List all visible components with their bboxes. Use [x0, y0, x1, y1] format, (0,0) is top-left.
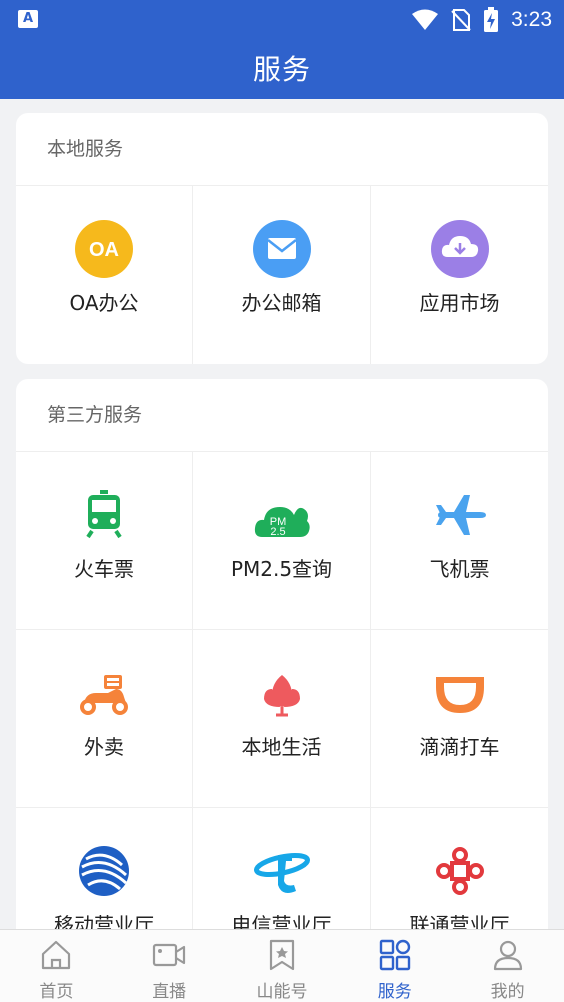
oa-icon: OA	[75, 220, 133, 278]
bottom-tab-bar: 首页 直播 山能号 服务 我的	[0, 929, 564, 1002]
service-app-market[interactable]: 应用市场	[371, 186, 548, 364]
grid-icon	[379, 939, 410, 971]
train-icon	[86, 490, 122, 539]
page-title: 服务	[252, 53, 311, 86]
service-mail[interactable]: 办公邮箱	[193, 186, 371, 364]
tab-mine[interactable]: 我的	[451, 930, 564, 1002]
pm25-cloud-icon: PM 2.5	[254, 507, 310, 538]
service-label: PM2.5查询	[230, 557, 333, 581]
service-label: 联通营业厅	[409, 913, 510, 929]
tab-label: 山能号	[256, 982, 308, 1002]
no-sim-icon	[451, 9, 471, 31]
airplane-icon	[435, 495, 486, 535]
status-bar: A 3:23	[0, 0, 564, 40]
service-flight-ticket[interactable]: 飞机票	[371, 452, 548, 630]
service-china-telecom[interactable]: 电信营业厅	[193, 808, 371, 929]
service-label: 火车票	[74, 557, 134, 581]
service-label: 外卖	[84, 735, 124, 759]
service-pm25[interactable]: PM 2.5 PM2.5查询	[193, 452, 371, 630]
service-oa[interactable]: OA OA办公	[16, 186, 193, 364]
tab-label: 首页	[39, 982, 74, 1002]
service-local-life[interactable]: 本地生活	[193, 630, 371, 808]
didi-icon	[435, 677, 484, 713]
battery-charging-icon	[484, 7, 499, 32]
tab-label: 直播	[152, 982, 187, 1002]
home-icon	[42, 940, 71, 970]
china-mobile-icon	[79, 846, 129, 896]
service-didi[interactable]: 滴滴打车	[371, 630, 548, 808]
service-china-unicom[interactable]: 联通营业厅	[371, 808, 548, 929]
service-takeout[interactable]: 外卖	[16, 630, 193, 808]
video-icon	[153, 943, 186, 967]
cloud-download-icon	[430, 220, 489, 278]
app-header: 服务	[0, 40, 564, 99]
service-label: 移动营业厅	[54, 913, 154, 929]
china-unicom-icon	[435, 847, 484, 895]
service-label: 飞机票	[429, 557, 490, 581]
lotus-icon	[263, 675, 300, 717]
china-telecom-icon	[253, 852, 310, 893]
bookmark-star-icon	[269, 939, 295, 971]
service-china-mobile[interactable]: 移动营业厅	[16, 808, 193, 929]
status-time: 3:23	[511, 8, 552, 31]
wifi-icon	[412, 9, 439, 30]
service-label: 办公邮箱	[241, 291, 322, 315]
main-content[interactable]: 本地服务 OA OA办公 办公邮箱 应用市场 第三方服务 火车票 PM 2.5 …	[0, 99, 564, 929]
tab-label: 我的	[490, 982, 525, 1002]
service-label: OA办公	[69, 291, 139, 315]
local-services-card: 本地服务 OA OA办公 办公邮箱 应用市场	[16, 113, 548, 364]
pm25-icon-text-bottom: 2.5	[270, 526, 285, 538]
service-label: 应用市场	[419, 291, 500, 315]
section-title: 本地服务	[16, 113, 548, 186]
oa-icon-text: OA	[89, 239, 119, 261]
service-label: 本地生活	[241, 735, 322, 759]
mail-icon	[252, 220, 311, 278]
person-icon	[493, 940, 522, 971]
service-train-ticket[interactable]: 火车票	[16, 452, 193, 630]
tab-live[interactable]: 直播	[113, 930, 226, 1002]
service-label: 电信营业厅	[231, 913, 332, 929]
service-label: 滴滴打车	[419, 735, 500, 759]
tab-service[interactable]: 服务	[338, 930, 451, 1002]
app-notification-icon: A	[18, 10, 38, 28]
tab-label: 服务	[377, 982, 412, 1002]
tab-home[interactable]: 首页	[0, 930, 113, 1002]
section-title: 第三方服务	[16, 379, 548, 452]
tab-shanneng[interactable]: 山能号	[226, 930, 339, 1002]
third-party-services-card: 第三方服务 火车票 PM 2.5 PM2.5查询 飞机票 外卖 本地生活 滴滴打…	[16, 379, 548, 929]
scooter-icon	[80, 675, 128, 715]
